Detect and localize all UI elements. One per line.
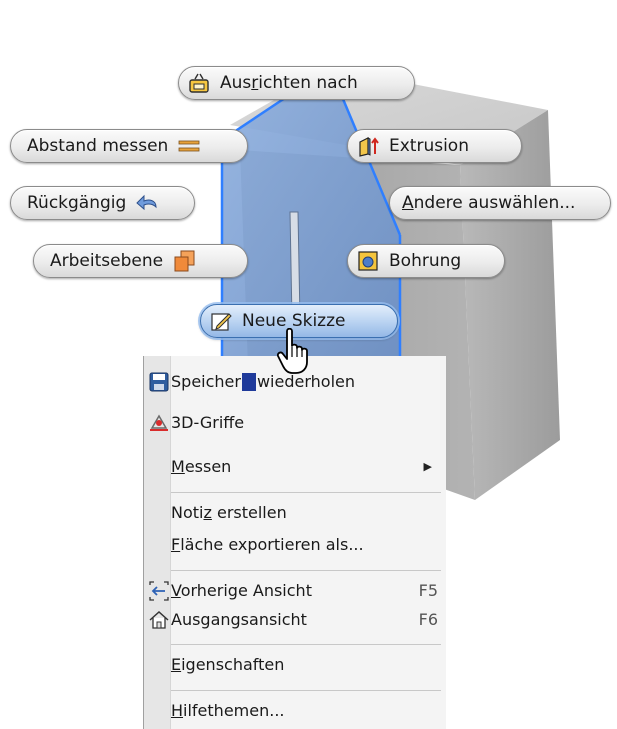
menu-item-export-face[interactable]: Fläche exportieren als... xyxy=(144,531,446,559)
extrusion-label: Extrusion xyxy=(389,136,469,156)
menu-item-previous-view[interactable]: Vorherige Ansicht F5 xyxy=(144,577,446,605)
measure-distance-icon xyxy=(178,140,200,152)
work-plane-button[interactable]: Arbeitsebene xyxy=(33,244,248,278)
menu-item-create-note[interactable]: Notiz erstellen xyxy=(144,499,446,527)
align-to-label: Ausrichten nach xyxy=(220,73,358,93)
model-right-face xyxy=(460,110,560,500)
submenu-arrow-icon: ▶ xyxy=(423,460,432,473)
menu-separator xyxy=(171,570,441,571)
align-to-icon xyxy=(189,73,209,93)
undo-label: Rückgängig xyxy=(27,193,127,213)
menu-item-label: Speicher wiederholen xyxy=(171,372,355,391)
align-to-button[interactable]: Ausrichten nach xyxy=(178,66,415,100)
3d-grips-icon xyxy=(150,414,168,431)
hole-button[interactable]: Bohrung xyxy=(347,244,505,278)
hole-label: Bohrung xyxy=(389,251,462,271)
hand-pointer-icon xyxy=(276,328,308,374)
cursor-overlap xyxy=(241,372,256,391)
hole-icon xyxy=(358,251,378,271)
work-plane-label: Arbeitsebene xyxy=(50,251,164,271)
extrude-icon xyxy=(359,137,379,157)
undo-icon xyxy=(136,194,157,211)
menu-separator xyxy=(171,690,441,691)
shortcut-label: F5 xyxy=(418,581,438,600)
menu-item-measure[interactable]: Messen ▶ xyxy=(144,453,446,481)
menu-item-label: Ausgangsansicht xyxy=(171,610,307,629)
menu-item-label: 3D-Griffe xyxy=(171,413,245,432)
select-other-label: Andere auswählen... xyxy=(402,193,576,213)
menu-item-label: Notiz erstellen xyxy=(171,503,287,522)
previous-view-icon xyxy=(149,581,169,601)
save-icon xyxy=(149,372,169,392)
menu-item-properties[interactable]: Eigenschaften xyxy=(144,651,446,679)
menu-separator xyxy=(171,644,441,645)
menu-item-label: Messen xyxy=(171,457,232,476)
menu-item-3d-grips[interactable]: 3D-Griffe xyxy=(144,409,446,437)
select-other-button[interactable]: Andere auswählen... xyxy=(389,186,611,220)
work-plane-icon xyxy=(174,250,195,272)
menu-separator xyxy=(171,492,441,493)
menu-item-label: Fläche exportieren als... xyxy=(171,535,364,554)
menu-item-home-view[interactable]: Ausgangsansicht F6 xyxy=(144,606,446,634)
menu-item-help-topics[interactable]: Hilfethemen... xyxy=(144,697,446,725)
measure-distance-label: Abstand messen xyxy=(27,136,169,156)
menu-item-label: Eigenschaften xyxy=(171,655,285,674)
menu-item-label: Vorherige Ansicht xyxy=(171,581,312,600)
extrusion-button[interactable]: Extrusion xyxy=(347,129,522,163)
measure-distance-button[interactable]: Abstand messen xyxy=(10,129,248,163)
new-sketch-icon xyxy=(211,313,232,331)
menu-item-label: Hilfethemen... xyxy=(171,701,285,720)
context-menu: Speicher wiederholen 3D-Griffe Messen ▶ N… xyxy=(143,356,446,729)
undo-button[interactable]: Rückgängig xyxy=(10,186,195,220)
home-view-icon xyxy=(149,610,169,629)
shortcut-label: F6 xyxy=(418,610,438,629)
